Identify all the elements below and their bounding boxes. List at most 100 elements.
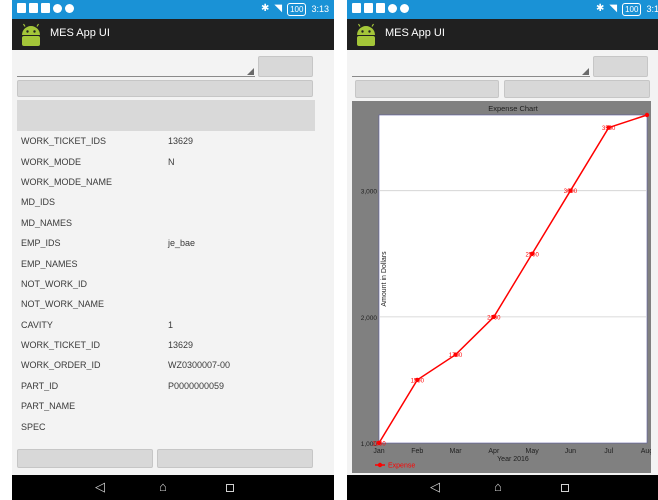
detail-row: WORK_TICKET_IDS 13629 <box>17 131 321 151</box>
detail-row: ATTR_VALUE <box>17 437 321 443</box>
x-tick-label: Aug <box>641 448 651 455</box>
legend-marker <box>377 462 383 468</box>
data-point <box>644 112 650 118</box>
bluetooth-icon: ✱ <box>261 3 270 14</box>
x-tick-label: Jan <box>373 448 384 455</box>
chart-button-right[interactable] <box>504 80 650 98</box>
detail-row: NOT_WORK_ID <box>17 274 321 294</box>
data-label: 1500 <box>411 378 425 384</box>
detail-key: WORK_ORDER_ID <box>21 360 101 371</box>
detail-key: PART_NAME <box>21 401 76 412</box>
action-button-right[interactable] <box>157 449 313 468</box>
detail-key: CAVITY <box>21 319 53 330</box>
detail-row: PART_NAME <box>17 396 321 416</box>
search-button[interactable] <box>258 56 313 77</box>
detail-value: 13629 <box>168 340 194 351</box>
android-robot-icon <box>357 23 375 46</box>
y-tick-label: 2,000 <box>361 315 378 322</box>
system-status: ✱ ◥ 100 3:13 <box>261 2 329 16</box>
app-title: MES App UI <box>50 27 110 39</box>
bluetooth-icon: ✱ <box>596 3 605 14</box>
action-bar: MES App UI <box>347 19 658 50</box>
android-robot-icon <box>22 23 40 46</box>
wifi-icon: ◥ <box>274 3 283 14</box>
data-label: 2000 <box>487 315 501 321</box>
chat-icon <box>400 3 409 13</box>
detail-key: SPEC <box>21 421 46 432</box>
detail-key: PART_ID <box>21 380 59 391</box>
detail-key: WORK_TICKET_IDS <box>21 136 107 147</box>
data-label: 3500 <box>602 126 616 132</box>
clock: 3:13 <box>646 4 658 14</box>
legend-label: Expense <box>388 463 415 470</box>
detail-header-panel <box>17 100 315 131</box>
back-triangle-icon[interactable]: ◁ <box>430 479 440 495</box>
dropdown-arrow-icon <box>247 68 254 75</box>
phone-screen-details: ✱ ◥ 100 3:13 MES App UI WORK_TICKET_IDS 1… <box>12 0 334 500</box>
battery-indicator: 100 <box>622 2 642 16</box>
detail-key: MD_NAMES <box>21 217 73 228</box>
detail-key: NOT_WORK_ID <box>21 278 88 289</box>
data-label: 2500 <box>525 252 539 258</box>
detail-key: NOT_WORK_NAME <box>21 299 105 310</box>
sync-icon <box>388 3 397 13</box>
status-bar: ✱ ◥ 100 3:13 <box>12 0 334 19</box>
detail-key: EMP_NAMES <box>21 258 78 269</box>
notification-icons <box>17 3 74 13</box>
expense-chart-svg: Expense Chart1,0002,0003,000Jan Feb Mar Apr… <box>361 104 651 470</box>
detail-row: MD_IDS <box>17 192 321 212</box>
chart-title: Expense Chart <box>488 104 539 113</box>
recent-apps-icon[interactable] <box>226 484 234 492</box>
detail-list[interactable]: WORK_TICKET_IDS 13629 WORK_MODE N WORK_MODE_… <box>17 131 321 443</box>
detail-row: PART_ID P0000000059 <box>17 376 321 396</box>
x-tick-label: May <box>526 448 540 455</box>
detail-row: MD_NAMES <box>17 213 321 233</box>
detail-row: WORK_ORDER_ID WZ0300007-00 <box>17 355 321 375</box>
search-button[interactable] <box>593 56 648 77</box>
wifi-icon: ◥ <box>609 3 618 14</box>
dropdown-arrow-icon <box>582 68 589 75</box>
detail-key: WORK_MODE <box>21 156 82 167</box>
app-title: MES App UI <box>385 27 445 39</box>
detail-row: EMP_IDS je_bae <box>17 233 321 253</box>
sync-icon <box>53 3 62 13</box>
chart-button-left[interactable] <box>355 80 499 98</box>
detail-row: WORK_MODE N <box>17 151 321 171</box>
folder-icon <box>364 3 373 13</box>
home-icon[interactable]: ⌂ <box>159 479 167 495</box>
status-bar: ✱ ◥ 100 3:13 <box>347 0 658 19</box>
x-tick-label: Mar <box>450 448 463 455</box>
work-ticket-dropdown[interactable] <box>17 56 255 77</box>
detail-value: N <box>168 156 175 167</box>
detail-value: je_bae <box>168 238 196 249</box>
detail-row: WORK_MODE_NAME <box>17 172 321 192</box>
chat-icon <box>65 3 74 13</box>
usb-icon <box>352 3 361 13</box>
clock: 3:13 <box>311 4 329 14</box>
y-tick-label: 3,000 <box>361 189 378 196</box>
data-label: 1700 <box>449 353 463 359</box>
chart-dropdown[interactable] <box>352 56 590 77</box>
phone-screen-chart: ✱ ◥ 100 3:13 MES App UI Expense Chart1,0… <box>347 0 658 500</box>
detail-row: CAVITY 1 <box>17 315 321 335</box>
x-axis-label: Year 2016 <box>497 456 529 463</box>
detail-value: P0000000059 <box>168 380 225 391</box>
load-button[interactable] <box>17 80 313 97</box>
detail-key: MD_IDS <box>21 197 56 208</box>
navigation-bar: ◁ ⌂ <box>347 475 658 500</box>
image-icon <box>41 3 50 13</box>
x-tick-label: Jul <box>604 448 613 455</box>
recent-apps-icon[interactable] <box>561 484 569 492</box>
navigation-bar: ◁ ⌂ <box>12 475 334 500</box>
usb-icon <box>17 3 26 13</box>
detail-row: EMP_NAMES <box>17 253 321 273</box>
home-icon[interactable]: ⌂ <box>494 479 502 495</box>
data-label: 1000 <box>372 442 386 448</box>
notification-icons <box>352 3 409 13</box>
detail-row: SPEC <box>17 416 321 436</box>
back-triangle-icon[interactable]: ◁ <box>95 479 105 495</box>
folder-icon <box>29 3 38 13</box>
action-button-left[interactable] <box>17 449 153 468</box>
battery-indicator: 100 <box>287 2 307 16</box>
expense-chart: Expense Chart 1,000 2,000 3,000 Jan Feb Mar Apr… <box>352 101 651 473</box>
